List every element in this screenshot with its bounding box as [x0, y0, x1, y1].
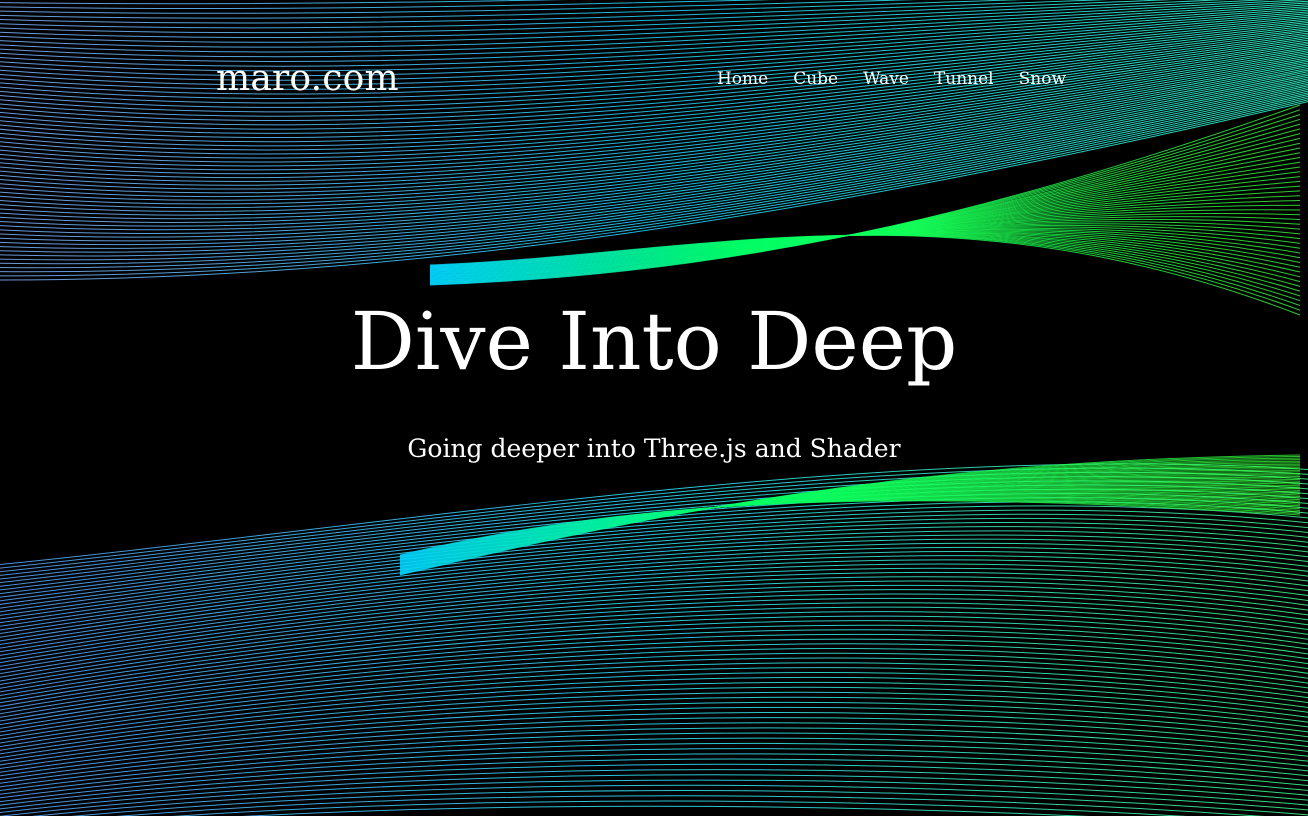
- nav-link-snow[interactable]: Snow: [1019, 67, 1066, 91]
- hero-title: Dive Into Deep: [350, 295, 958, 388]
- site-header: maro.com Home Cube Wave Tunnel Snow: [216, 56, 1066, 104]
- nav-link-wave[interactable]: Wave: [863, 67, 909, 91]
- site-logo[interactable]: maro.com: [216, 56, 399, 102]
- main-nav: Home Cube Wave Tunnel Snow: [717, 67, 1066, 91]
- nav-link-home[interactable]: Home: [717, 67, 768, 91]
- page: maro.com Home Cube Wave Tunnel Snow Dive…: [0, 0, 1308, 816]
- hero-subtitle: Going deeper into Three.js and Shader: [407, 434, 901, 463]
- nav-link-tunnel[interactable]: Tunnel: [934, 67, 994, 91]
- nav-link-cube[interactable]: Cube: [793, 67, 838, 91]
- wave-line-background: [0, 0, 1308, 816]
